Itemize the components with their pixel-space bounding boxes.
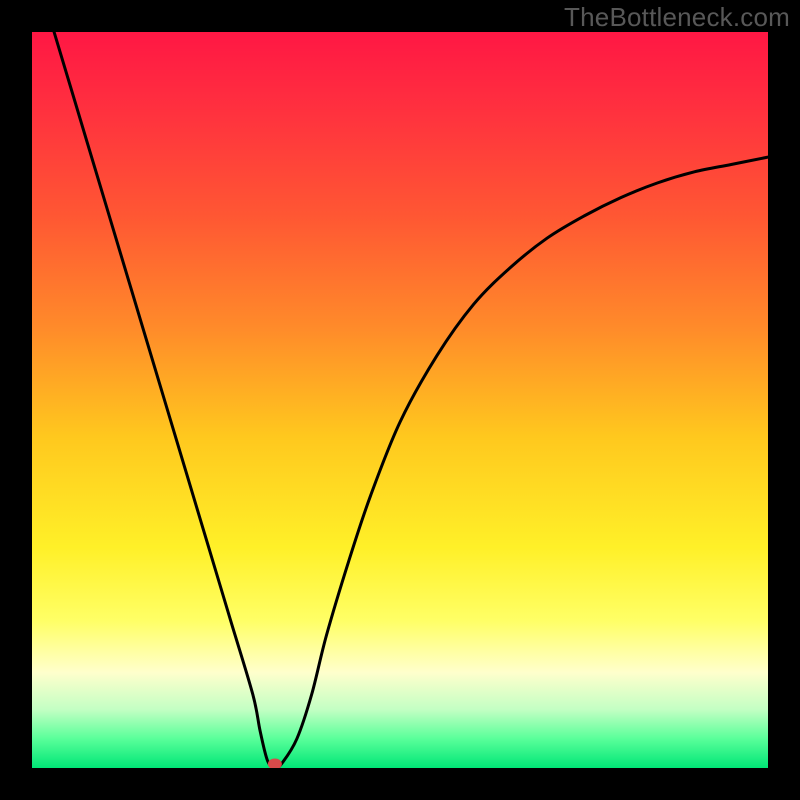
plot-area xyxy=(32,32,768,768)
gradient-background xyxy=(32,32,768,768)
chart-svg xyxy=(32,32,768,768)
watermark-text: TheBottleneck.com xyxy=(564,2,790,33)
chart-frame: TheBottleneck.com xyxy=(0,0,800,800)
